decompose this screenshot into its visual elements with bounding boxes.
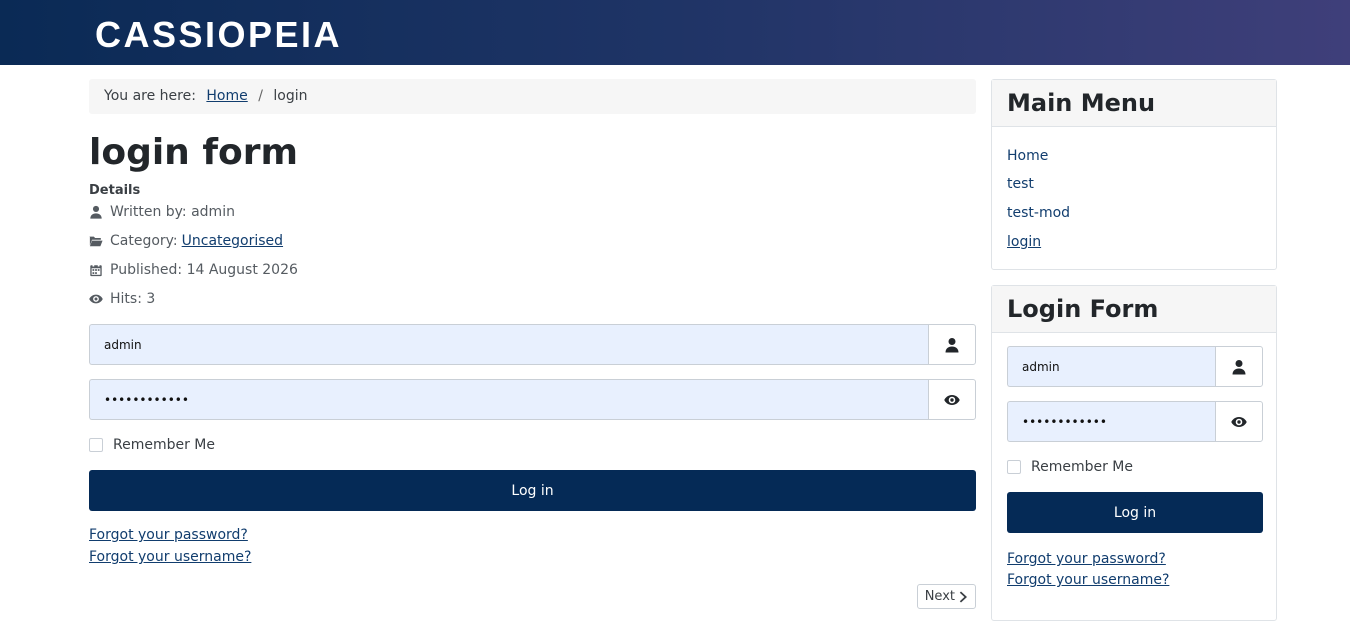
- main-content: You are here: Home / login login form De…: [89, 79, 976, 609]
- sidebar-username-field-group: [1007, 346, 1263, 387]
- main-menu-item-test[interactable]: test: [1007, 176, 1034, 192]
- meta-published: Published: 14 August 2026: [89, 261, 298, 279]
- remember-me-checkbox[interactable]: [89, 438, 103, 452]
- user-icon: [90, 205, 102, 219]
- remember-me-label: Remember Me: [113, 437, 215, 453]
- main-menu-card: Main Menu Home test test-mod login: [991, 79, 1277, 270]
- sidebar-password-field-group: [1007, 401, 1263, 442]
- meta-author-text: Written by: admin: [110, 204, 235, 220]
- meta-published-text: Published: 14 August 2026: [110, 262, 298, 278]
- site-header: CASSIOPEIA: [0, 0, 1350, 65]
- meta-hits: Hits: 3: [89, 290, 155, 308]
- show-password-button[interactable]: [928, 379, 976, 420]
- category-link[interactable]: Uncategorised: [182, 232, 283, 250]
- meta-category: Category: Uncategorised: [89, 232, 283, 250]
- main-menu-item-login[interactable]: login: [1007, 234, 1041, 250]
- folder-open-icon: [89, 236, 103, 247]
- sidebar-login-button[interactable]: Log in: [1007, 492, 1263, 533]
- calendar-icon: [90, 263, 102, 277]
- forgot-password-link[interactable]: Forgot your password?: [89, 527, 248, 543]
- user-icon: [1232, 359, 1246, 374]
- meta-category-label: Category:: [110, 233, 178, 249]
- sidebar-remember-me-checkbox[interactable]: [1007, 460, 1021, 474]
- forgot-username-link[interactable]: Forgot your username?: [89, 549, 251, 565]
- sidebar-show-password-button[interactable]: [1215, 401, 1263, 442]
- password-input[interactable]: [89, 379, 928, 420]
- password-field-group: [89, 379, 976, 420]
- username-field-group: [89, 324, 976, 365]
- breadcrumb-separator: /: [258, 88, 263, 104]
- breadcrumb: You are here: Home / login: [89, 79, 976, 114]
- sidebar-remember-me-row: Remember Me: [1007, 459, 1133, 475]
- eye-icon: [944, 394, 960, 405]
- chevron-right-icon: [959, 591, 967, 602]
- sidebar-username-input[interactable]: [1007, 346, 1215, 387]
- remember-me-row: Remember Me: [89, 437, 215, 453]
- login-button[interactable]: Log in: [89, 470, 976, 511]
- login-form-card: Login Form Remember Me Log in Forgot you…: [991, 285, 1277, 621]
- username-addon: [928, 324, 976, 365]
- main-menu-item-home[interactable]: Home: [1007, 148, 1048, 164]
- next-label: Next: [924, 589, 955, 604]
- meta-hits-text: Hits: 3: [110, 291, 156, 307]
- sidebar-remember-me-label: Remember Me: [1031, 459, 1133, 475]
- eye-icon: [89, 294, 103, 304]
- site-brand-logo[interactable]: CASSIOPEIA: [95, 13, 342, 57]
- sidebar-username-addon: [1215, 346, 1263, 387]
- user-icon: [945, 337, 959, 352]
- details-label: Details: [89, 183, 141, 198]
- eye-icon: [1231, 416, 1247, 427]
- next-button[interactable]: Next: [916, 584, 976, 609]
- main-menu-title: Main Menu: [992, 80, 1276, 127]
- sidebar-forgot-password-link[interactable]: Forgot your password?: [1007, 551, 1166, 567]
- sidebar-password-input[interactable]: [1007, 401, 1215, 442]
- login-form-title: Login Form: [992, 286, 1276, 333]
- meta-author: Written by: admin: [89, 203, 235, 221]
- breadcrumb-home-link[interactable]: Home: [206, 88, 247, 104]
- breadcrumb-current: login: [273, 88, 308, 104]
- username-input[interactable]: [89, 324, 928, 365]
- page-title: login form: [89, 132, 299, 173]
- sidebar-forgot-username-link[interactable]: Forgot your username?: [1007, 572, 1169, 588]
- breadcrumb-prefix: You are here:: [104, 88, 196, 104]
- main-menu-item-test-mod[interactable]: test-mod: [1007, 205, 1070, 221]
